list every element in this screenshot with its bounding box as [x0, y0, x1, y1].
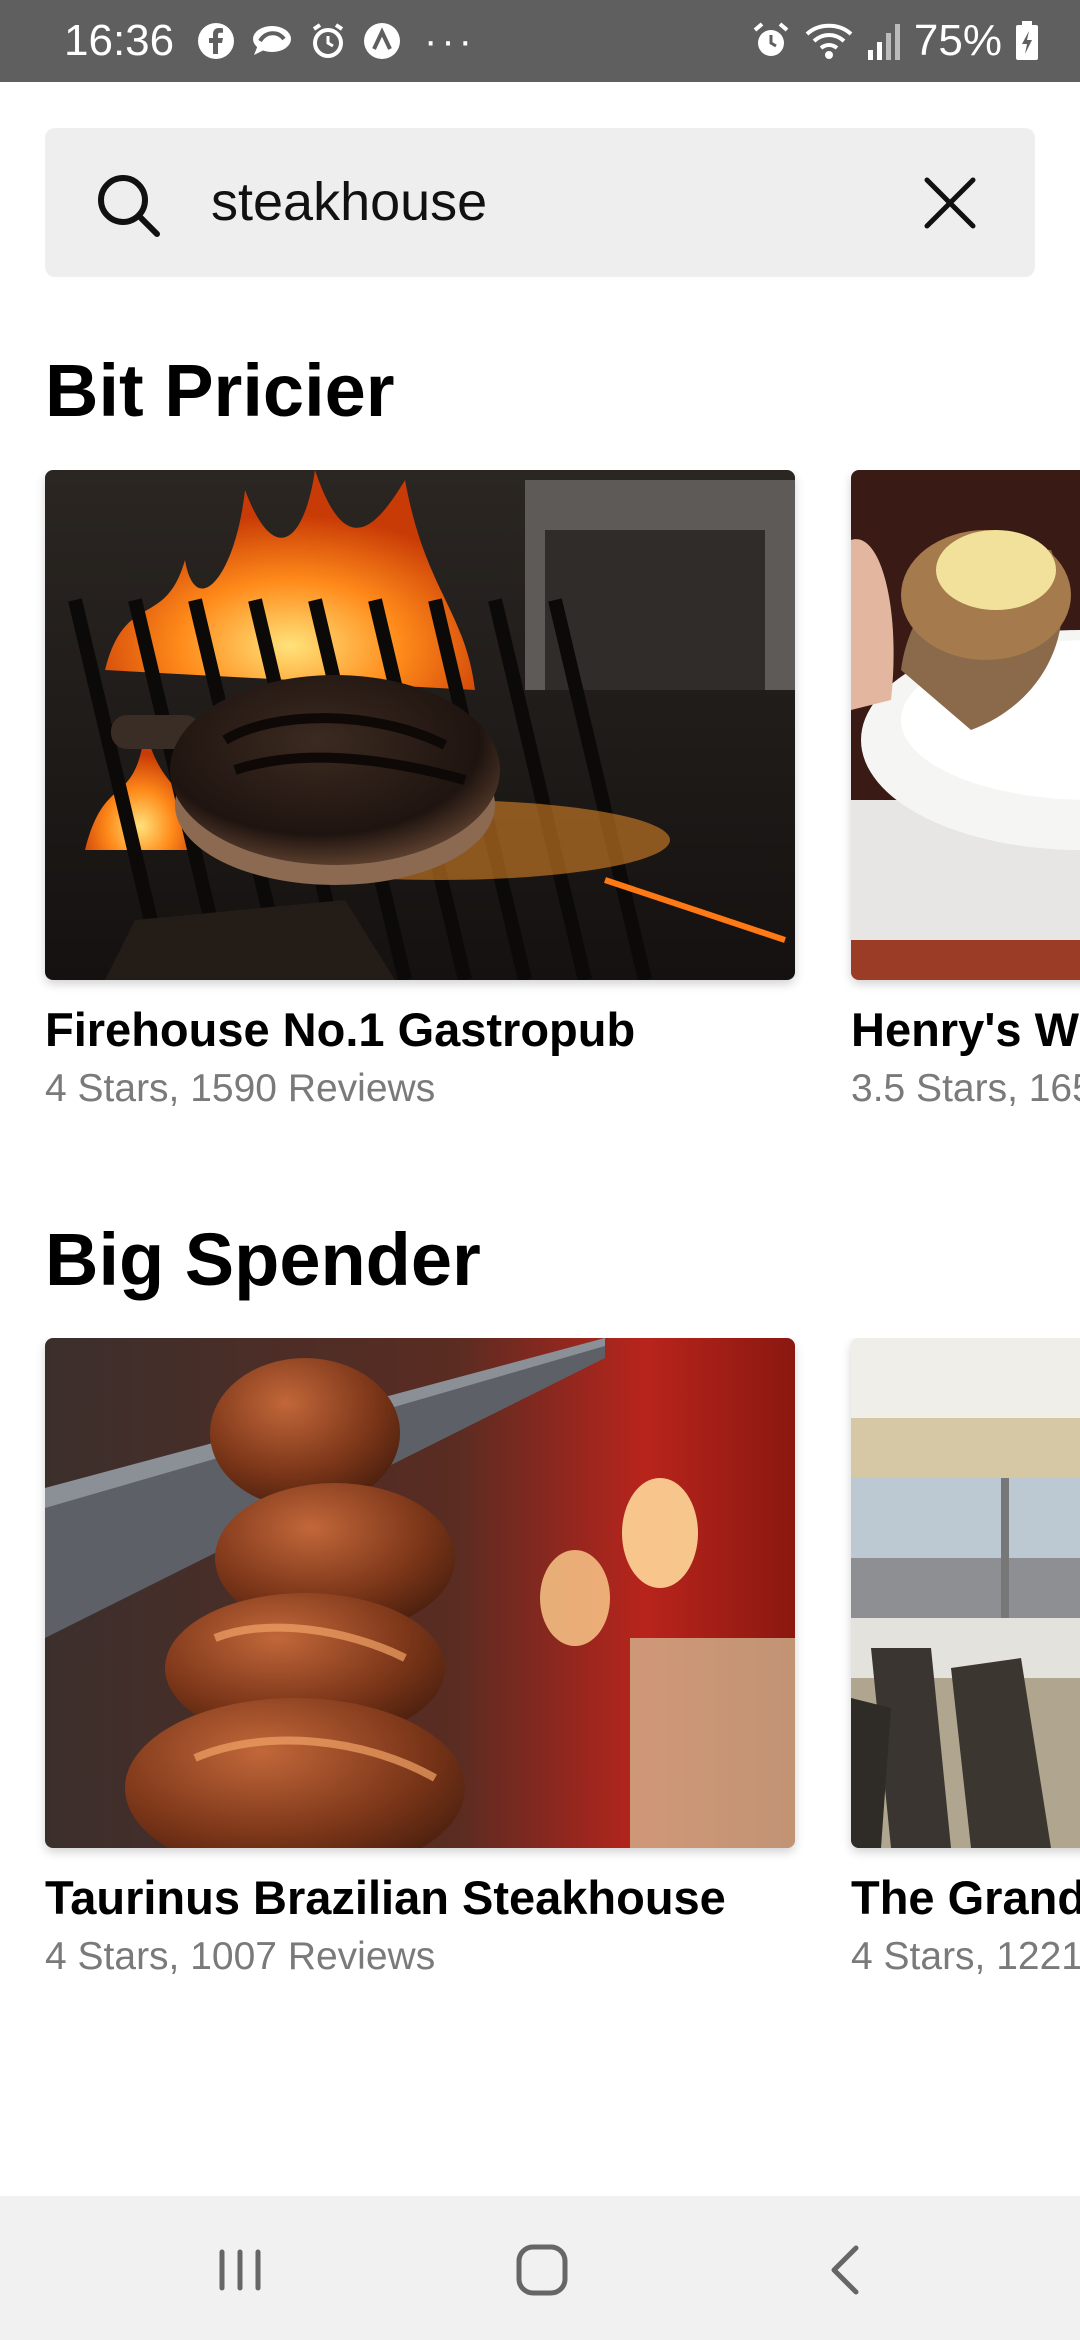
more-notifications-icon: ··· [424, 19, 476, 63]
card-carousel[interactable]: Firehouse No.1 Gastropub 4 Stars, 1590 R… [0, 470, 1080, 1110]
search-input[interactable]: steakhouse [211, 128, 487, 277]
alarm-icon [753, 22, 789, 56]
restaurant-rating: 3.5 Stars, 165 [851, 1067, 1080, 1110]
signal-icon [867, 24, 900, 60]
section-title: Big Spender [45, 1218, 481, 1301]
restaurant-card[interactable]: Taurinus Brazilian Steakhouse 4 Stars, 1… [45, 1338, 795, 1978]
restaurant-name: Henry's Wc [851, 1003, 1080, 1056]
messenger-icon [253, 26, 291, 55]
restaurant-photo [851, 1338, 1080, 1848]
restaurant-photo [45, 1338, 795, 1848]
restaurant-photo [851, 470, 1080, 980]
restaurant-rating: 4 Stars, 1590 Reviews [45, 1067, 436, 1110]
section-title: Bit Pricier [45, 349, 395, 432]
restaurant-rating: 4 Stars, 1221 [851, 1935, 1080, 1978]
recent-apps-icon[interactable] [200, 2230, 280, 2310]
restaurant-name: Firehouse No.1 Gastropub [45, 1003, 636, 1056]
battery-percent: 75% [913, 16, 1002, 65]
battery-icon [1016, 21, 1038, 60]
navigation-bar [0, 2196, 1080, 2340]
wifi-icon [805, 23, 853, 59]
card-carousel[interactable]: Taurinus Brazilian Steakhouse 4 Stars, 1… [0, 1338, 1080, 1978]
restaurant-card[interactable]: Henry's Wc 3.5 Stars, 165 [851, 470, 1080, 1110]
close-icon[interactable] [921, 174, 979, 232]
app-icon [364, 23, 400, 59]
back-icon[interactable] [806, 2230, 886, 2310]
restaurant-name: Taurinus Brazilian Steakhouse [45, 1871, 726, 1924]
facebook-icon [198, 23, 234, 59]
restaurant-card[interactable]: The Grand 4 Stars, 1221 [851, 1338, 1080, 1978]
status-bar: 16:36 ··· 75% [0, 0, 1080, 82]
alarm-app-icon [312, 23, 344, 58]
search-bar[interactable]: steakhouse [45, 128, 1035, 277]
search-icon [98, 175, 160, 237]
home-icon[interactable] [502, 2230, 582, 2310]
notification-icons: ··· [196, 18, 476, 64]
restaurant-card[interactable]: Firehouse No.1 Gastropub 4 Stars, 1590 R… [45, 470, 795, 1110]
restaurant-rating: 4 Stars, 1007 Reviews [45, 1935, 436, 1978]
restaurant-photo [45, 470, 795, 980]
status-time: 16:36 [64, 16, 175, 65]
restaurant-name: The Grand [851, 1871, 1080, 1924]
system-icons: 75% [750, 14, 1040, 68]
